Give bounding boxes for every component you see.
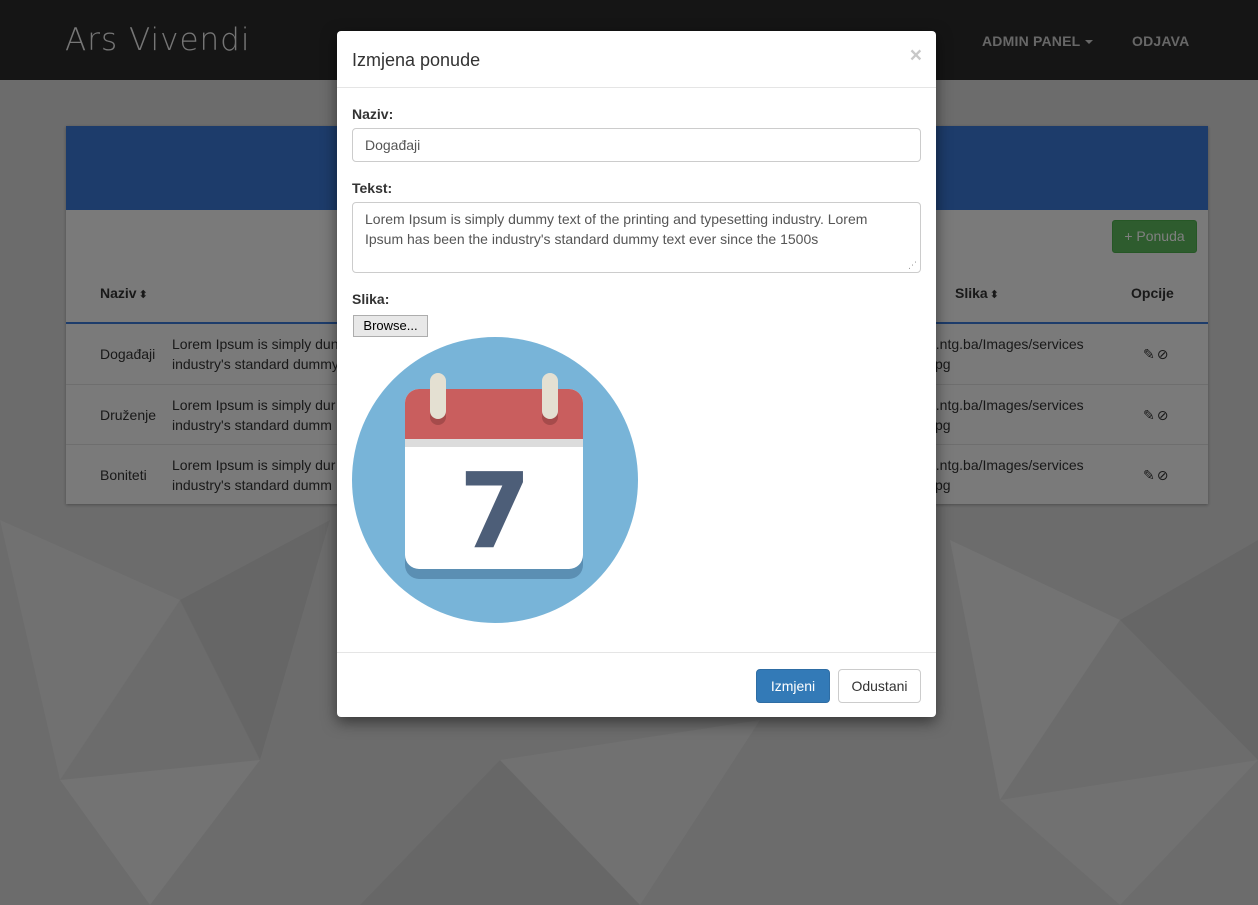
tekst-value: Lorem Ipsum is simply dummy text of the … (365, 211, 868, 247)
cancel-button[interactable]: Odustani (838, 669, 921, 703)
naziv-label: Naziv: (352, 106, 394, 122)
naziv-input[interactable]: Događaji (352, 128, 921, 162)
tekst-textarea[interactable]: Lorem Ipsum is simply dummy text of the … (352, 202, 921, 273)
slika-label: Slika: (352, 291, 390, 307)
submit-button[interactable]: Izmjeni (756, 669, 830, 703)
browse-button[interactable]: Browse... (353, 315, 428, 337)
edit-offer-modal: Izmjena ponude × Naziv: Događaji Tekst: … (337, 31, 936, 717)
modal-footer: Izmjeni Odustani (337, 652, 936, 717)
close-icon[interactable]: × (910, 45, 922, 66)
tekst-label: Tekst: (352, 180, 393, 196)
resize-handle-icon[interactable]: ⋰ (908, 261, 917, 270)
calendar-icon: 7 (352, 337, 638, 623)
calendar-number: 7 (459, 450, 531, 572)
modal-title: Izmjena ponude (352, 50, 481, 70)
modal-header: Izmjena ponude × (337, 31, 936, 88)
